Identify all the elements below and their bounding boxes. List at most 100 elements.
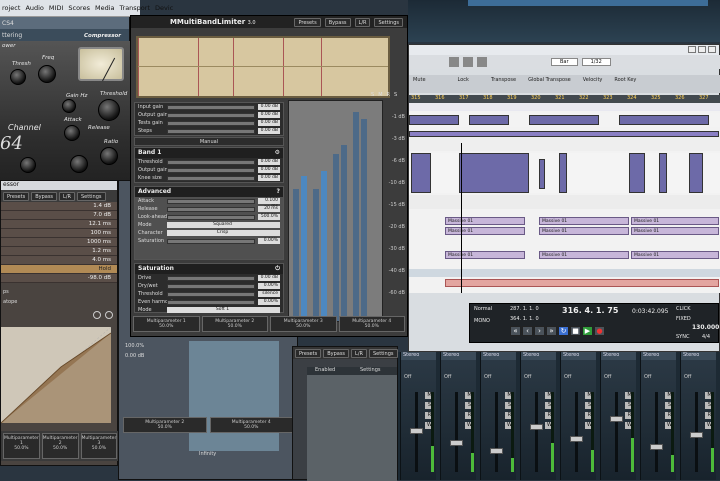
- freq-knob[interactable]: [38, 65, 56, 83]
- mixer-channel-strip[interactable]: Stereo Off M S R W: [400, 352, 436, 480]
- rewind-icon[interactable]: «: [510, 326, 521, 336]
- multiparameter-4[interactable]: Multiparameter 450.0%: [209, 417, 293, 433]
- forward-icon[interactable]: ›: [534, 326, 545, 336]
- track-lane[interactable]: [409, 131, 720, 151]
- off-label[interactable]: Off: [604, 374, 611, 380]
- info-root-key[interactable]: Root Key: [614, 77, 636, 83]
- settings-column[interactable]: Settings: [352, 367, 397, 375]
- off-label[interactable]: Off: [404, 374, 411, 380]
- menu-project[interactable]: roject: [2, 4, 20, 12]
- fader-handle[interactable]: [690, 432, 703, 438]
- multiparameter-4[interactable]: Multiparameter 450.0%: [338, 316, 405, 332]
- attack-row[interactable]: Attack0.100 ms: [135, 197, 283, 209]
- track-lane[interactable]: [409, 113, 720, 127]
- playhead-cursor[interactable]: [461, 143, 462, 293]
- rewind-icon[interactable]: ‹: [522, 326, 533, 336]
- bypass-button[interactable]: Bypass: [324, 17, 351, 27]
- audio-clip[interactable]: Massive 01: [445, 227, 525, 235]
- fader-track[interactable]: [575, 392, 578, 472]
- bypass-button[interactable]: Bypass: [323, 348, 350, 358]
- multiparameter-1[interactable]: Multiparameter 1 50.0%: [3, 433, 40, 459]
- fader-track[interactable]: [455, 392, 458, 472]
- lr-button[interactable]: L/R: [354, 17, 371, 27]
- off-label[interactable]: Off: [524, 374, 531, 380]
- off-label[interactable]: Off: [684, 374, 691, 380]
- band-divider[interactable]: [320, 38, 322, 96]
- multiparameter-2[interactable]: Multiparameter 2 50.0%: [123, 417, 207, 433]
- fast-forward-icon[interactable]: »: [546, 326, 557, 336]
- mixer-channel-strip[interactable]: Stereo Off M S R W: [440, 352, 476, 480]
- param-row[interactable]: 7.0 dB: [1, 211, 117, 220]
- left-locator[interactable]: 287. 1. 1. 0: [510, 306, 539, 312]
- timeline-ruler[interactable]: 315 316 317 318 319 320 321 322 323 324 …: [409, 95, 720, 103]
- track-lane[interactable]: [409, 103, 720, 111]
- off-label[interactable]: Off: [564, 374, 571, 380]
- play-icon[interactable]: ▶: [582, 326, 593, 336]
- menu-transport[interactable]: Transport: [120, 4, 151, 12]
- mixer-channel-strip[interactable]: Stereo Off M S R W: [560, 352, 596, 480]
- multiparameter-1[interactable]: Multiparameter 1 50.0%: [133, 316, 200, 332]
- mixer-channel-strip[interactable]: Stereo Off M S R W: [600, 352, 636, 480]
- midi-part[interactable]: [689, 153, 703, 193]
- dry-wet-row[interactable]: Dry/wet 0.00%: [135, 282, 283, 290]
- midi-part[interactable]: [409, 115, 459, 125]
- midi-part[interactable]: [469, 115, 509, 125]
- settings-button[interactable]: Settings: [374, 17, 403, 27]
- tests-gain-row[interactable]: Tests gain 0.00 dB: [135, 119, 283, 127]
- band-divider[interactable]: [198, 38, 199, 96]
- tool-icon[interactable]: [449, 57, 459, 67]
- fader-handle[interactable]: [650, 444, 663, 450]
- right-locator[interactable]: 364. 1. 1. 0: [510, 316, 539, 322]
- release-row[interactable]: Release 20 ms: [135, 205, 283, 213]
- time-display[interactable]: 0:03:42.095: [632, 308, 669, 315]
- band-divider[interactable]: [283, 38, 284, 96]
- audio-clip[interactable]: Massive 01: [539, 217, 629, 225]
- signature-display[interactable]: 4/4: [702, 334, 710, 340]
- quantize-select[interactable]: 1/32: [581, 58, 611, 66]
- help-icon[interactable]: ?: [277, 188, 280, 196]
- mixer-channel-strip[interactable]: Stereo Off M S R W: [640, 352, 676, 480]
- midi-part[interactable]: [629, 153, 645, 193]
- limiter-knob[interactable]: [70, 155, 88, 173]
- multiparameter-2[interactable]: Multiparameter 2 50.0%: [41, 433, 79, 459]
- steps-row[interactable]: Steps 0.00 dB: [135, 127, 283, 135]
- midi-part[interactable]: [529, 115, 599, 125]
- midi-part[interactable]: [411, 153, 431, 193]
- param-row[interactable]: 1.4 dB: [1, 202, 117, 211]
- fader-handle[interactable]: [570, 436, 583, 442]
- power-icon[interactable]: [93, 311, 101, 319]
- sat-mode-row[interactable]: Mode Soft 1: [135, 306, 283, 314]
- lr-button[interactable]: L/R: [59, 191, 75, 201]
- tool-icon[interactable]: [463, 57, 473, 67]
- audio-clip[interactable]: Massive 01: [445, 217, 525, 225]
- param-row[interactable]: 100 ms: [1, 229, 117, 238]
- mode-selector[interactable]: Manual: [134, 137, 284, 146]
- attack-knob[interactable]: [64, 125, 80, 141]
- sync-label[interactable]: SYNC: [676, 334, 689, 340]
- enabled-column[interactable]: Enabled: [307, 367, 352, 375]
- click-label[interactable]: CLICK: [676, 306, 691, 312]
- band-divider[interactable]: [138, 38, 139, 96]
- settings-button[interactable]: Settings: [369, 348, 398, 358]
- menu-scores[interactable]: Scores: [68, 4, 90, 12]
- audio-clip[interactable]: Massive 01: [539, 251, 629, 259]
- record-icon[interactable]: ●: [594, 326, 605, 336]
- fader-handle[interactable]: [410, 428, 423, 434]
- drive-row[interactable]: Drive 0.00 dB: [135, 274, 283, 282]
- midi-part[interactable]: [559, 153, 567, 193]
- maximize-icon[interactable]: [698, 46, 706, 53]
- param-row[interactable]: 4.0 ms: [1, 256, 117, 265]
- ratio-knob[interactable]: [100, 147, 118, 165]
- info-transpose[interactable]: Transpose: [491, 77, 516, 83]
- fader-handle[interactable]: [450, 440, 463, 446]
- output-gain-row[interactable]: Output gain 0.00 dB: [135, 111, 283, 119]
- bypass-button[interactable]: Bypass: [31, 191, 58, 201]
- mixer-channel-strip[interactable]: Stereo Off M S R W: [520, 352, 556, 480]
- fader-handle[interactable]: [530, 424, 543, 430]
- lr-button[interactable]: L/R: [351, 348, 367, 358]
- mode-label[interactable]: Normal: [474, 306, 492, 312]
- menu-devices[interactable]: Devic: [155, 4, 173, 12]
- info-mute[interactable]: Mute: [413, 77, 426, 83]
- param-row[interactable]: -98.0 dB: [1, 274, 117, 283]
- band-split-graph[interactable]: [136, 36, 390, 98]
